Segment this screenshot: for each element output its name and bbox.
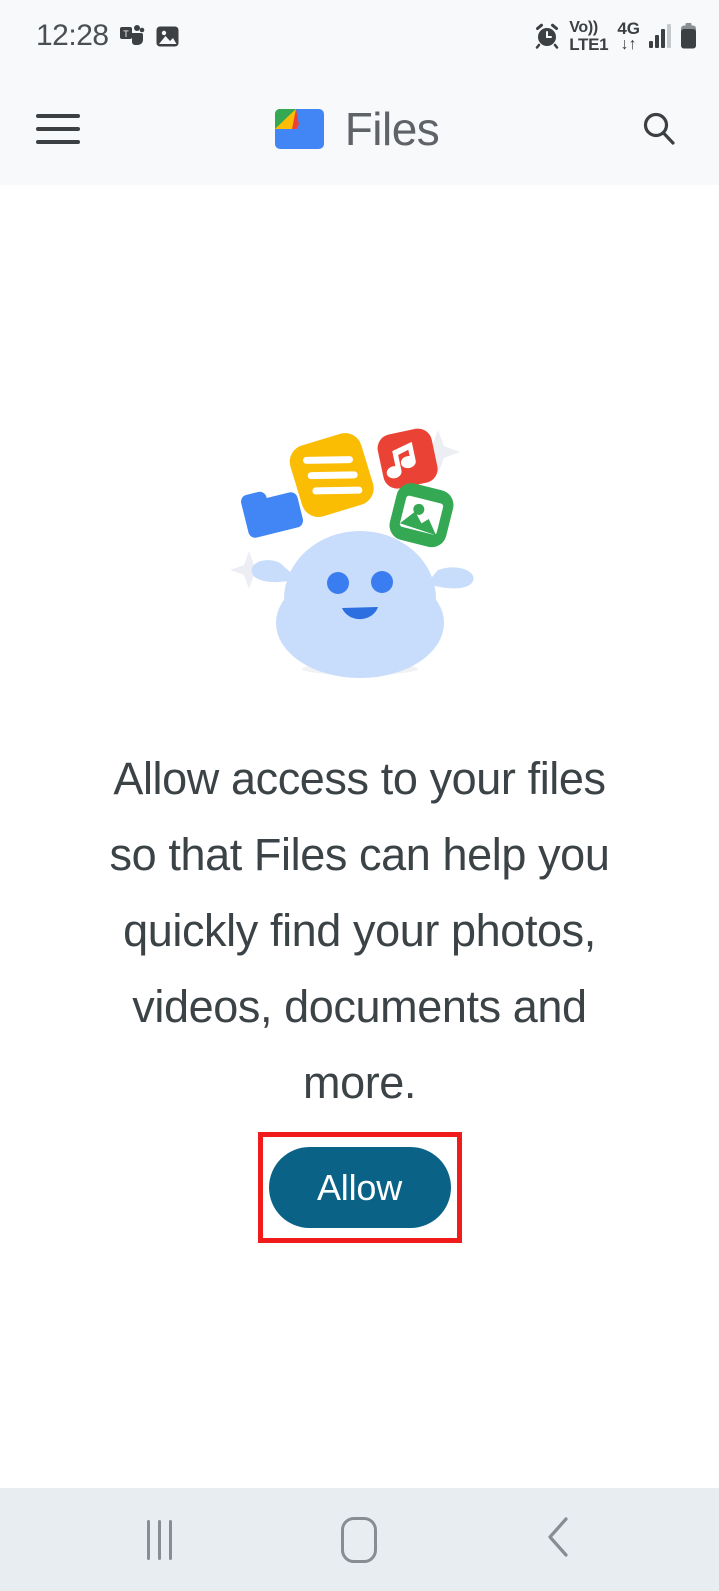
image-icon (155, 24, 180, 49)
battery-icon (680, 23, 697, 49)
files-mascot-illustration (225, 418, 495, 678)
network-type-label: 4G (617, 18, 640, 38)
status-time: 12:28 (36, 19, 109, 52)
allow-button[interactable]: Allow (268, 1147, 451, 1228)
system-navigation-bar (0, 1488, 719, 1591)
music-icon (377, 428, 438, 489)
recents-button[interactable] (115, 1505, 205, 1575)
allow-button-highlight: Allow (257, 1132, 462, 1243)
volte-indicator: Vo)) LTE1 (569, 18, 609, 54)
teams-icon: T (119, 23, 145, 49)
status-bar-right: Vo)) LTE1 4G ↓↑ (534, 18, 697, 54)
mascot-blob (251, 531, 474, 678)
app-bar: Files (0, 72, 719, 185)
folder-icon (240, 491, 303, 538)
svg-text:T: T (123, 29, 129, 39)
alarm-icon (534, 23, 560, 49)
permission-description: Allow access to your files so that Files… (109, 753, 610, 1108)
volte-line-1: Vo)) (569, 18, 598, 36)
data-transfer-arrows-icon: ↓↑ (620, 35, 637, 53)
status-bar-left: 12:28 T (36, 19, 180, 53)
app-title: Files (344, 102, 440, 155)
back-button[interactable] (514, 1505, 604, 1575)
app-brand: Files (272, 102, 440, 156)
permission-screen: Allow access to your files so that Files… (0, 185, 719, 1488)
hamburger-menu-icon[interactable] (32, 107, 84, 151)
signal-bars-icon (649, 24, 671, 48)
volte-line-2: LTE1 (569, 34, 609, 54)
search-icon[interactable] (633, 103, 685, 155)
status-bar: 12:28 T Vo)) LTE1 4G ↓↑ (0, 0, 719, 72)
recents-icon (147, 1519, 173, 1560)
home-icon (341, 1516, 378, 1563)
back-chevron-icon (542, 1513, 576, 1566)
home-button[interactable] (314, 1505, 404, 1575)
network-type-indicator: 4G ↓↑ (617, 20, 640, 53)
files-app-logo-icon (272, 105, 327, 153)
